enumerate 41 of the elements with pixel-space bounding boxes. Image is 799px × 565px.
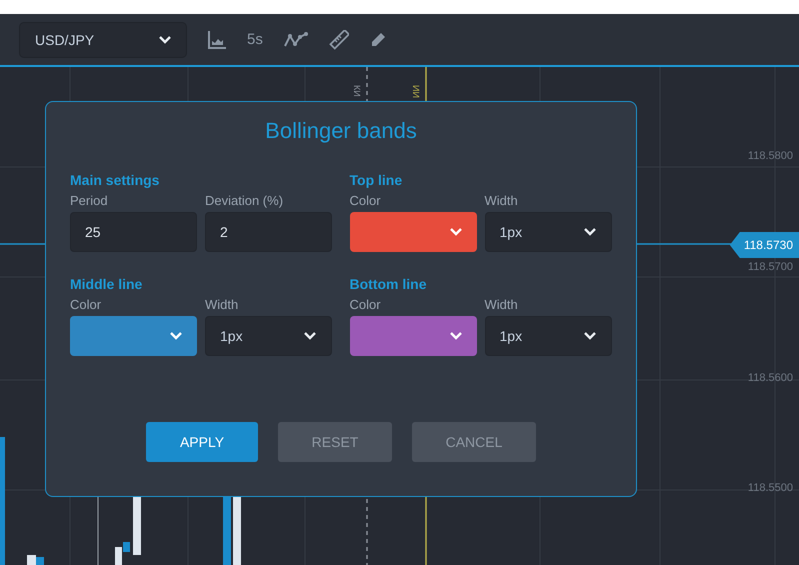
section-heading: Bottom line bbox=[350, 276, 428, 292]
price-axis-label: 118.5700 bbox=[748, 261, 793, 273]
ruler-icon[interactable] bbox=[328, 30, 349, 50]
chevron-down-icon bbox=[582, 227, 596, 237]
field-label: Period bbox=[70, 193, 109, 208]
field-label: Width bbox=[484, 297, 519, 312]
current-price-tag: 118.5730 bbox=[730, 232, 799, 258]
field-label: Color bbox=[70, 297, 102, 312]
indicator-line-icon[interactable] bbox=[282, 30, 309, 48]
color-picker[interactable] bbox=[350, 316, 476, 356]
section-heading: Top line bbox=[350, 172, 404, 188]
dialog-title: Bollinger bands bbox=[264, 118, 418, 145]
field-label: Color bbox=[350, 297, 382, 312]
price-axis-label: 118.5500 bbox=[748, 482, 793, 494]
field-label: Deviation (%) bbox=[205, 193, 284, 208]
chevron-down-icon bbox=[582, 331, 596, 341]
field-label: Color bbox=[350, 193, 382, 208]
input-field[interactable]: 2 bbox=[205, 212, 332, 252]
width-dropdown[interactable]: 1px bbox=[205, 316, 332, 356]
price-axis-label: 118.5600 bbox=[748, 372, 793, 384]
price-axis-label: 118.5800 bbox=[748, 150, 793, 162]
width-dropdown[interactable]: 1px bbox=[484, 212, 612, 252]
interval-button[interactable]: 5s bbox=[247, 31, 263, 48]
time-marker-label: ИИ bbox=[411, 85, 421, 99]
section-heading: Main settings bbox=[70, 172, 160, 188]
field-label: Width bbox=[205, 297, 240, 312]
width-dropdown[interactable]: 1px bbox=[484, 316, 612, 356]
chevron-down-icon bbox=[448, 227, 462, 237]
chevron-down-icon bbox=[158, 34, 172, 44]
symbol-dropdown[interactable]: USD/JPY bbox=[19, 22, 187, 58]
chevron-down-icon bbox=[448, 331, 462, 341]
chevron-down-icon bbox=[169, 331, 183, 341]
color-picker[interactable] bbox=[350, 212, 476, 252]
chart-type-icon[interactable] bbox=[207, 30, 227, 50]
input-field[interactable]: 25 bbox=[70, 212, 197, 252]
chevron-down-icon bbox=[303, 331, 317, 341]
color-picker[interactable] bbox=[70, 316, 197, 356]
apply-button[interactable]: APPLY bbox=[146, 422, 258, 462]
field-label: Width bbox=[484, 193, 519, 208]
time-marker-label: КИ bbox=[352, 85, 362, 99]
section-heading: Middle line bbox=[70, 276, 144, 292]
